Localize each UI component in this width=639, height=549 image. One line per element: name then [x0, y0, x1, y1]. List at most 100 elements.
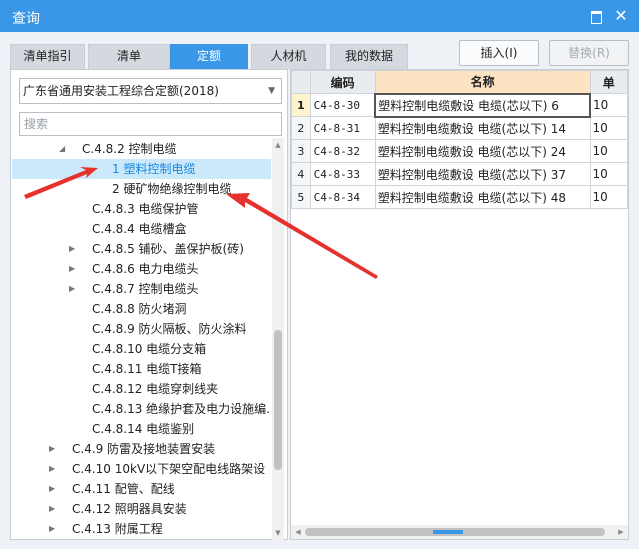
- row-number-cell[interactable]: 1: [291, 93, 311, 117]
- tab-materials[interactable]: 人材机: [251, 44, 326, 69]
- quota-grid-panel: 编码 名称 单 1 C4-8-30 塑料控制电缆敷设 电缆(芯以下) 6 10 2 C4-…: [290, 69, 629, 540]
- tree-scrollbar[interactable]: ▲ ▼: [272, 138, 284, 540]
- unit-cell[interactable]: 10: [589, 116, 628, 140]
- tree-item-label: 2 硬矿物绝缘控制电缆: [112, 182, 232, 196]
- tree-item-label: C.4.8.3 电缆保护管: [92, 202, 199, 216]
- table-row[interactable]: 2 C4-8-31 塑料控制电缆敷设 电缆(芯以下) 14 10: [291, 116, 628, 140]
- table-row[interactable]: 1 C4-8-30 塑料控制电缆敷设 电缆(芯以下) 6 10: [291, 92, 628, 118]
- tree-item-label: C.4.8.11 电缆T接箱: [92, 362, 202, 376]
- tree-item-label: C.4.10 10kV以下架空配电线路架设: [72, 462, 266, 476]
- name-cell[interactable]: 塑料控制电缆敷设 电缆(芯以下) 6: [374, 92, 591, 118]
- tree-item[interactable]: ▶ C.4.8.6 电力电缆头: [12, 259, 271, 279]
- name-cell[interactable]: 塑料控制电缆敷设 电缆(芯以下) 48: [374, 185, 591, 209]
- unit-cell[interactable]: 10: [589, 162, 628, 186]
- name-cell[interactable]: 塑料控制电缆敷设 电缆(芯以下) 37: [374, 162, 591, 186]
- tab-bill[interactable]: 清单: [88, 44, 170, 69]
- tree-item[interactable]: ▶ C.4.10 10kV以下架空配电线路架设: [12, 459, 271, 479]
- tree-item[interactable]: 1 塑料控制电缆: [12, 159, 271, 179]
- row-number-cell[interactable]: 5: [291, 185, 311, 209]
- tree-item-label: C.4.8.10 电缆分支箱: [92, 342, 207, 356]
- expand-arrow-icon[interactable]: ▶: [69, 259, 75, 279]
- tree-item[interactable]: ▶ C.4.8.7 控制电缆头: [12, 279, 271, 299]
- name-column-header[interactable]: 名称: [374, 70, 591, 94]
- tree-item[interactable]: C.4.8.12 电缆穿刺线夹: [12, 379, 271, 399]
- tree-item-label: C.4.8.7 控制电缆头: [92, 282, 199, 296]
- expand-arrow-icon[interactable]: ▶: [49, 499, 55, 519]
- tab-my-data[interactable]: 我的数据: [330, 44, 408, 69]
- row-number-header: [291, 70, 311, 94]
- tree-item-label: C.4.12 照明器具安装: [72, 502, 187, 516]
- tree-item[interactable]: 2 硬矿物绝缘控制电缆: [12, 179, 271, 199]
- tree-item[interactable]: C.4.8.8 防火堵洞: [12, 299, 271, 319]
- name-cell[interactable]: 塑料控制电缆敷设 电缆(芯以下) 14: [374, 116, 591, 140]
- tree-item-label: C.4.8.2 控制电缆: [82, 142, 177, 156]
- window-title: 查询: [12, 11, 40, 27]
- tree-item[interactable]: C.4.8.9 防火隔板、防火涂料: [12, 319, 271, 339]
- tree-item-label: 1 塑料控制电缆: [112, 162, 196, 176]
- close-icon[interactable]: ✕: [612, 7, 630, 25]
- splitter-grip[interactable]: [433, 530, 463, 534]
- tree-item[interactable]: C.4.8.13 绝缘护套及电力设施编...: [12, 399, 271, 419]
- tree-item-label: C.4.8.12 电缆穿刺线夹: [92, 382, 219, 396]
- row-number-cell[interactable]: 4: [291, 162, 311, 186]
- code-cell[interactable]: C4-8-33: [309, 162, 376, 186]
- tree-item[interactable]: ◢ C.4.8.2 控制电缆: [12, 139, 271, 159]
- tree-item-label: C.4.8.8 防火堵洞: [92, 302, 187, 316]
- insert-button[interactable]: 插入(I): [459, 40, 539, 66]
- replace-button[interactable]: 替换(R): [549, 40, 629, 66]
- code-cell[interactable]: C4-8-32: [309, 139, 376, 163]
- table-row[interactable]: 5 C4-8-34 塑料控制电缆敷设 电缆(芯以下) 48 10: [291, 185, 628, 209]
- scroll-up-icon[interactable]: ▲: [272, 138, 284, 152]
- code-cell[interactable]: C4-8-30: [309, 93, 376, 117]
- tree-item-label: C.4.8.13 绝缘护套及电力设施编...: [92, 402, 271, 416]
- expand-arrow-icon[interactable]: ▶: [69, 239, 75, 259]
- scroll-left-icon[interactable]: ◀: [291, 525, 305, 539]
- search-input[interactable]: [19, 112, 282, 136]
- scroll-right-icon[interactable]: ▶: [614, 525, 628, 539]
- unit-column-header[interactable]: 单: [589, 70, 628, 94]
- unit-cell[interactable]: 10: [589, 93, 628, 117]
- code-column-header[interactable]: 编码: [309, 70, 376, 94]
- quota-library-select[interactable]: 广东省通用安装工程综合定额(2018) ▼: [19, 78, 282, 104]
- tree-item[interactable]: ▶ C.4.8.5 铺砂、盖保护板(砖): [12, 239, 271, 259]
- tree-item-label: C.4.11 配管、配线: [72, 482, 175, 496]
- expand-arrow-icon[interactable]: ▶: [49, 479, 55, 499]
- tree-item-label: C.4.8.9 防火隔板、防火涂料: [92, 322, 247, 336]
- tree-item[interactable]: C.4.8.4 电缆槽盒: [12, 219, 271, 239]
- tree-item[interactable]: ▶ C.4.9 防雷及接地装置安装: [12, 439, 271, 459]
- collapse-arrow-icon[interactable]: ◢: [59, 139, 65, 159]
- maximize-icon[interactable]: [587, 7, 605, 25]
- name-cell[interactable]: 塑料控制电缆敷设 电缆(芯以下) 24: [374, 139, 591, 163]
- scrollbar-thumb[interactable]: [274, 330, 282, 470]
- tree-item[interactable]: ▶ C.4.12 照明器具安装: [12, 499, 271, 519]
- expand-arrow-icon[interactable]: ▶: [49, 519, 55, 539]
- tree-item[interactable]: C.4.8.3 电缆保护管: [12, 199, 271, 219]
- quota-tree: ◢ C.4.8.2 控制电缆 1 塑料控制电缆 2 硬矿物绝缘控制电缆 C.4.8.3 …: [12, 138, 271, 540]
- scroll-down-icon[interactable]: ▼: [272, 526, 284, 540]
- tree-item[interactable]: ▶ C.4.11 配管、配线: [12, 479, 271, 499]
- tree-item[interactable]: C.4.8.14 电缆鉴别: [12, 419, 271, 439]
- tree-item-label: C.4.8.14 电缆鉴别: [92, 422, 195, 436]
- unit-cell[interactable]: 10: [589, 185, 628, 209]
- table-header-row: 编码 名称 单: [291, 70, 628, 94]
- quota-table: 编码 名称 单 1 C4-8-30 塑料控制电缆敷设 电缆(芯以下) 6 10 2 C4-…: [291, 70, 628, 209]
- row-number-cell[interactable]: 2: [291, 116, 311, 140]
- tab-quota[interactable]: 定额: [170, 44, 248, 69]
- expand-arrow-icon[interactable]: ▶: [49, 459, 55, 479]
- tree-item-label: C.4.8.5 铺砂、盖保护板(砖): [92, 242, 244, 256]
- row-number-cell[interactable]: 3: [291, 139, 311, 163]
- tree-item-label: C.4.9 防雷及接地装置安装: [72, 442, 216, 456]
- tree-item[interactable]: ▶ C.4.13 附属工程: [12, 519, 271, 539]
- table-row[interactable]: 3 C4-8-32 塑料控制电缆敷设 电缆(芯以下) 24 10: [291, 139, 628, 163]
- unit-cell[interactable]: 10: [589, 139, 628, 163]
- expand-arrow-icon[interactable]: ▶: [49, 439, 55, 459]
- tree-item[interactable]: C.4.8.10 电缆分支箱: [12, 339, 271, 359]
- code-cell[interactable]: C4-8-31: [309, 116, 376, 140]
- tree-item-label: C.4.13 附属工程: [72, 522, 163, 536]
- chevron-down-icon: ▼: [268, 86, 275, 96]
- tree-item[interactable]: C.4.8.11 电缆T接箱: [12, 359, 271, 379]
- tab-bill-guide[interactable]: 清单指引: [10, 44, 85, 69]
- code-cell[interactable]: C4-8-34: [309, 185, 376, 209]
- table-row[interactable]: 4 C4-8-33 塑料控制电缆敷设 电缆(芯以下) 37 10: [291, 162, 628, 186]
- expand-arrow-icon[interactable]: ▶: [69, 279, 75, 299]
